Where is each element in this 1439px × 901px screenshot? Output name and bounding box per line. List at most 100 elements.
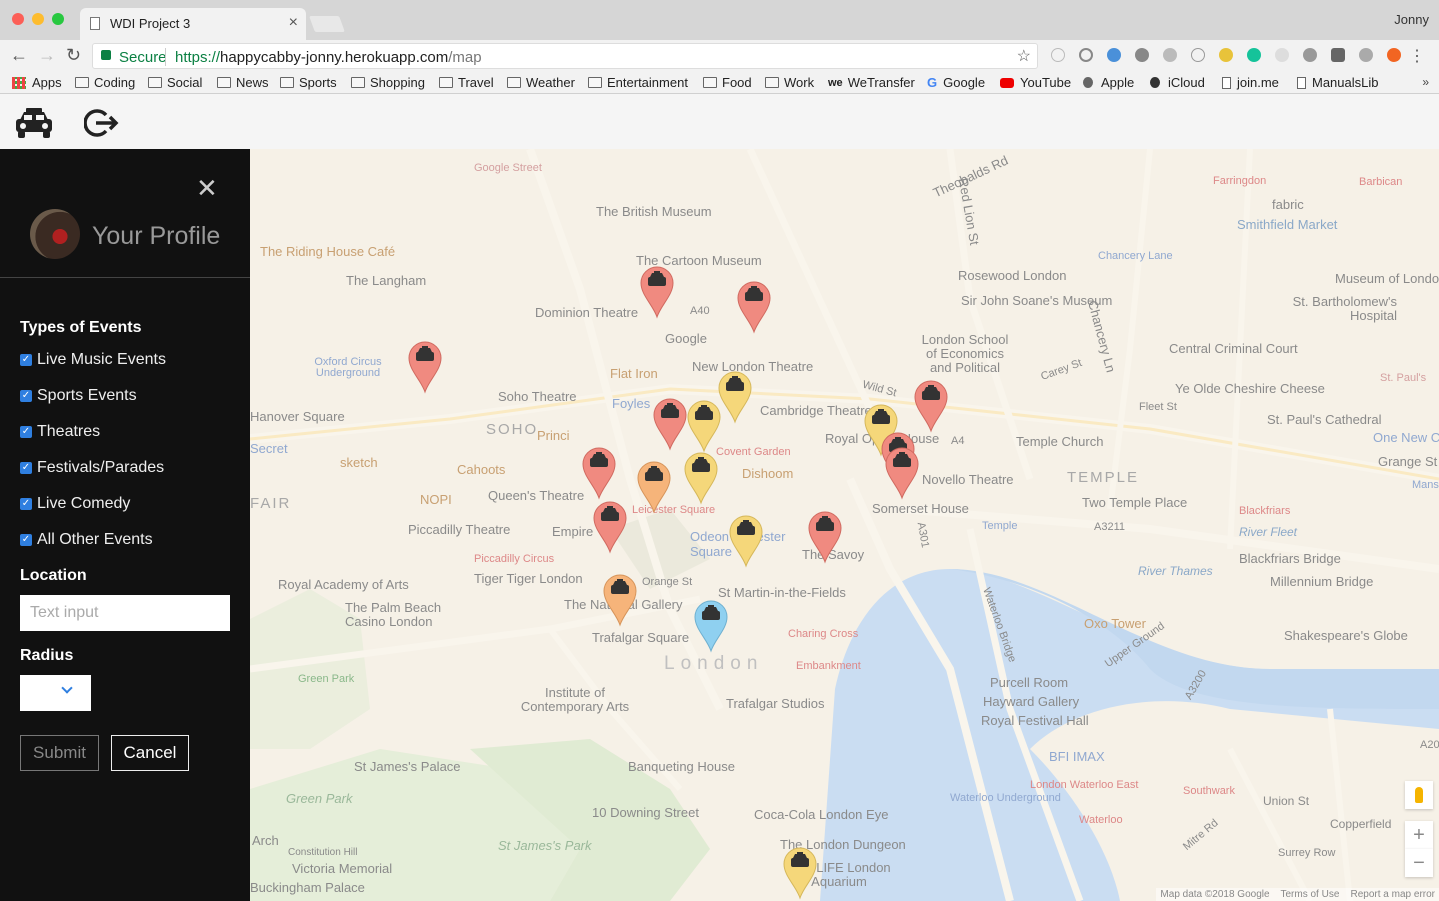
checkbox-festivals[interactable]: ✓ Festivals/Parades bbox=[20, 459, 164, 477]
location-input[interactable] bbox=[20, 595, 230, 631]
map-label: Millennium Bridge bbox=[1270, 574, 1374, 589]
checkbox-checked-icon[interactable]: ✓ bbox=[20, 462, 32, 474]
checkbox-sports[interactable]: ✓ Sports Events bbox=[20, 387, 137, 405]
folder-icon bbox=[75, 77, 89, 88]
browser-tab[interactable]: WDI Project 3 × bbox=[80, 8, 306, 40]
extension-icon[interactable] bbox=[1079, 48, 1093, 62]
bookmark-folder[interactable]: Weather bbox=[507, 75, 575, 90]
bookmark-google[interactable]: G Google bbox=[927, 75, 985, 90]
map-marker-taxi[interactable] bbox=[639, 265, 675, 319]
bookmark-folder[interactable]: Shopping bbox=[351, 75, 425, 90]
bookmark-youtube[interactable]: YouTube bbox=[1000, 75, 1071, 90]
close-tab-icon[interactable]: × bbox=[289, 14, 298, 32]
checkbox-checked-icon[interactable]: ✓ bbox=[20, 390, 32, 402]
map-marker-taxi[interactable] bbox=[581, 446, 617, 500]
maximize-window-button[interactable] bbox=[52, 13, 64, 25]
zoom-out-button[interactable]: − bbox=[1405, 849, 1433, 877]
map-marker-taxi[interactable] bbox=[592, 500, 628, 554]
extension-icon[interactable] bbox=[1303, 48, 1317, 62]
map-marker-taxi[interactable] bbox=[913, 379, 949, 433]
extension-icon[interactable] bbox=[1331, 48, 1345, 62]
profile-title[interactable]: Your Profile bbox=[92, 222, 220, 251]
bookmark-apps[interactable]: Apps bbox=[12, 75, 62, 90]
map-label: Tiger Tiger London bbox=[474, 571, 583, 586]
new-tab-button[interactable] bbox=[309, 16, 345, 32]
bookmark-folder[interactable]: Food bbox=[703, 75, 752, 90]
avatar[interactable] bbox=[30, 209, 80, 259]
street-view-pegman-icon[interactable] bbox=[1405, 781, 1433, 809]
bookmark-folder[interactable]: Travel bbox=[439, 75, 494, 90]
checkbox-checked-icon[interactable]: ✓ bbox=[20, 354, 32, 366]
cancel-button[interactable]: Cancel bbox=[111, 735, 189, 771]
map-label: Queen's Theatre bbox=[488, 488, 585, 503]
checkbox-theatres[interactable]: ✓ Theatres bbox=[20, 423, 100, 441]
map-marker-taxi[interactable] bbox=[736, 280, 772, 334]
bookmark-wetransfer[interactable]: we WeTransfer bbox=[828, 75, 915, 90]
page-icon bbox=[1297, 76, 1306, 89]
map-label: 10 Downing Street bbox=[592, 805, 699, 820]
close-sidebar-icon[interactable]: ✕ bbox=[196, 175, 218, 201]
bookmark-folder[interactable]: Entertainment bbox=[588, 75, 688, 90]
radius-select[interactable] bbox=[20, 675, 91, 711]
map-marker-taxi[interactable] bbox=[807, 510, 843, 564]
extension-icon[interactable] bbox=[1359, 48, 1373, 62]
google-icon: G bbox=[927, 75, 938, 90]
forward-icon[interactable]: → bbox=[38, 45, 56, 66]
map-marker-taxi[interactable] bbox=[717, 370, 753, 424]
checkbox-live-music[interactable]: ✓ Live Music Events bbox=[20, 351, 166, 369]
extension-icon[interactable] bbox=[1275, 48, 1289, 62]
map-label: River Thames bbox=[1138, 564, 1213, 578]
checkbox-checked-icon[interactable]: ✓ bbox=[20, 426, 32, 438]
checkbox-comedy[interactable]: ✓ Live Comedy bbox=[20, 495, 130, 513]
bookmark-manualslib[interactable]: ManualsLib bbox=[1297, 75, 1379, 90]
map-marker-taxi[interactable] bbox=[602, 573, 638, 627]
extension-icon[interactable] bbox=[1191, 48, 1205, 62]
map-marker-taxi[interactable] bbox=[636, 460, 672, 514]
map-marker-taxi[interactable] bbox=[652, 397, 688, 451]
grammarly-icon[interactable] bbox=[1247, 48, 1261, 62]
extension-icon[interactable] bbox=[1163, 48, 1177, 62]
close-window-button[interactable] bbox=[12, 13, 24, 25]
map-marker-taxi[interactable] bbox=[407, 340, 443, 394]
report-error-link[interactable]: Report a map error bbox=[1351, 889, 1435, 900]
bookmark-folder[interactable]: Coding bbox=[75, 75, 135, 90]
bookmark-folder[interactable]: Sports bbox=[280, 75, 337, 90]
back-icon[interactable]: ← bbox=[10, 45, 28, 66]
map-label: Copperfield bbox=[1330, 817, 1392, 831]
terms-link[interactable]: Terms of Use bbox=[1280, 889, 1339, 900]
map-marker-taxi-selected[interactable] bbox=[693, 599, 729, 653]
taxi-icon[interactable] bbox=[14, 106, 54, 140]
submit-button[interactable]: Submit bbox=[20, 735, 99, 771]
extension-icon[interactable] bbox=[1051, 48, 1065, 62]
minimize-window-button[interactable] bbox=[32, 13, 44, 25]
bookmark-star-icon[interactable]: ☆ bbox=[1017, 46, 1031, 66]
bookmark-joinme[interactable]: join.me bbox=[1222, 75, 1279, 90]
bookmark-icloud[interactable]: iCloud bbox=[1150, 75, 1205, 90]
more-bookmarks-icon[interactable]: » bbox=[1422, 75, 1429, 89]
map-marker-taxi[interactable] bbox=[683, 451, 719, 505]
extension-icon[interactable] bbox=[1107, 48, 1121, 62]
map-marker-taxi[interactable] bbox=[884, 446, 920, 500]
reload-icon[interactable]: ↻ bbox=[66, 45, 81, 66]
profile-name[interactable]: Jonny bbox=[1394, 12, 1429, 27]
secure-label: Secure bbox=[119, 49, 167, 66]
zoom-in-button[interactable]: + bbox=[1405, 821, 1433, 849]
logout-icon[interactable] bbox=[84, 106, 120, 140]
extension-icon[interactable] bbox=[1135, 48, 1149, 62]
bookmark-apple[interactable]: Apple bbox=[1083, 75, 1134, 90]
extension-icon[interactable] bbox=[1219, 48, 1233, 62]
url-text[interactable]: https://happycabby-jonny.herokuapp.com/m… bbox=[175, 49, 482, 66]
extension-icon[interactable] bbox=[1387, 48, 1401, 62]
map-view[interactable]: Google Street The British Museum The Car… bbox=[250, 149, 1439, 901]
address-bar[interactable]: Secure https://happycabby-jonny.herokuap… bbox=[92, 43, 1038, 69]
browser-menu-icon[interactable]: ⋮ bbox=[1409, 46, 1425, 66]
map-marker-taxi[interactable] bbox=[686, 399, 722, 453]
checkbox-checked-icon[interactable]: ✓ bbox=[20, 534, 32, 546]
bookmark-folder[interactable]: Social bbox=[148, 75, 202, 90]
map-marker-taxi[interactable] bbox=[728, 514, 764, 568]
checkbox-other[interactable]: ✓ All Other Events bbox=[20, 531, 153, 549]
bookmark-folder[interactable]: News bbox=[217, 75, 269, 90]
checkbox-checked-icon[interactable]: ✓ bbox=[20, 498, 32, 510]
map-marker-taxi[interactable] bbox=[782, 846, 818, 900]
bookmark-folder[interactable]: Work bbox=[765, 75, 814, 90]
